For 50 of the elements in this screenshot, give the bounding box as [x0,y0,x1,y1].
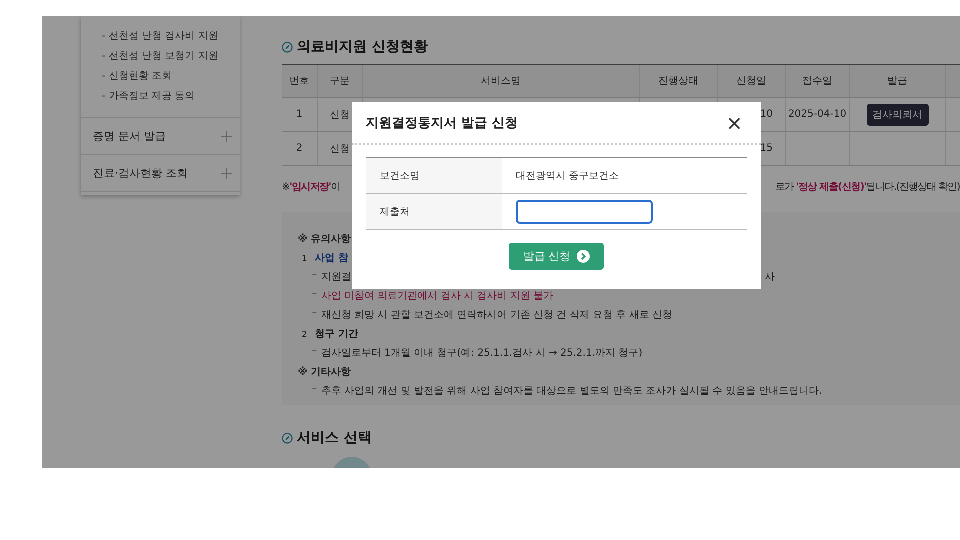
field-value: 대전광역시 중구보건소 [516,170,620,182]
item-number: 2 [302,330,308,338]
item-number: 1 [302,254,308,262]
field-label: 제출처 [366,194,502,229]
request-document-button[interactable]: 검사의뢰서 [866,104,928,126]
input-field[interactable] [516,200,653,224]
submit-button[interactable]: 발급 신청 [509,243,604,270]
note-text: 재신청 희망 시 관할 보건소에 연락하시어 기존 신청 건 삭제 요청 후 새로 신청 [321,309,673,322]
bullet-mark: ⁻ [312,386,318,396]
pencil-icon [282,432,293,444]
plus-icon [221,168,232,178]
column-header: 접수일 [786,65,850,97]
note-text: 지원결 [321,271,352,284]
section-title: 서비스 선택 [297,429,372,447]
column-header: 발급 [850,65,946,97]
table-cell: 2025-04-10 [786,98,850,131]
column-header: 진행상태 [640,65,718,97]
note-item: 청구 기간 [315,328,359,341]
chevron-right-icon [576,250,590,263]
column-header: 번호 [282,65,318,97]
note-text: 사 [765,271,775,284]
section-label: 진료·검사현황 조회 [93,166,188,180]
note-heading: ※ 유의사항 [298,232,352,246]
notice-text: ※'임시저장'이 [282,181,340,194]
column-header: 신청일 [718,65,786,97]
modal-title: 지원결정통지서 발급 신청 [366,114,518,132]
field-label: 보건소명 [366,158,502,193]
note-heading: ※ 기타사항 [298,366,352,379]
sidebar-section[interactable]: 증명 문서 발급 [81,118,240,155]
sidebar-item[interactable]: - 선천성 난청 검사비 지원 [102,29,240,43]
note-text: 추후 사업의 개선 및 발전을 위해 사업 참여자를 대상으로 별도의 만족도 조사가 실시될 수 있음을 안내드립니다. [321,385,822,398]
bullet-mark: ⁻ [312,348,318,358]
plus-icon [221,130,232,142]
section-title: 의료비지원 신청현황 [297,38,428,56]
sidebar-item[interactable]: - 가족정보 제공 동의 [102,89,240,103]
section-label: 증명 문서 발급 [93,128,166,144]
sidebar-item[interactable]: - 신청현황 조회 [102,69,240,83]
sidebar-section[interactable]: 진료·검사현황 조회 [81,155,240,192]
note-text: 사업 미참여 의료기관에서 검사 시 검사비 지원 불가 [321,290,554,303]
close-button[interactable]: × [722,112,747,132]
sidebar-item[interactable]: - 선천성 난청 보청기 지원 [102,49,240,63]
note-item: 사업 참 [315,252,349,265]
note-text: 검사일로부터 1개월 이내 청구(예: 25.1.1.검사 시 → 25.2.1.까지 청구) [321,347,643,360]
bullet-mark: ⁻ [312,290,318,302]
pencil-icon [282,42,293,52]
column-header: 구분 [318,65,363,97]
column-header: 서비스명 [363,65,640,97]
notice-text: 로가 '정상 제출(신청)'됩니다.(진행상태 확인) [776,181,960,194]
bullet-mark: ⁻ [312,272,318,282]
bullet-mark: ⁻ [312,310,318,320]
